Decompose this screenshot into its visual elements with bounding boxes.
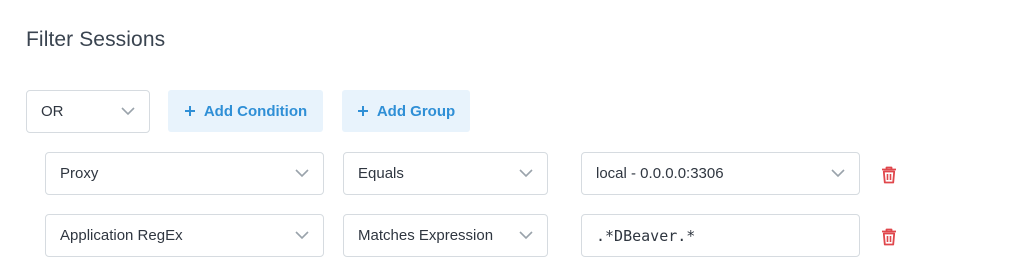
page-title: Filter Sessions xyxy=(26,28,166,51)
trash-icon[interactable] xyxy=(880,227,898,247)
plus-icon xyxy=(357,106,368,116)
condition-comparator-select[interactable]: Matches Expression xyxy=(343,214,548,257)
condition-comparator-value: Equals xyxy=(358,165,404,182)
plus-icon xyxy=(184,106,195,116)
add-condition-label: Add Condition xyxy=(203,102,308,120)
add-group-button[interactable]: Add Group xyxy=(342,90,470,132)
chevron-down-icon xyxy=(519,230,533,239)
trash-icon[interactable] xyxy=(880,165,898,185)
chevron-down-icon xyxy=(121,106,135,115)
condition-field-value: Application RegEx xyxy=(60,227,183,244)
condition-value-select[interactable]: local - 0.0.0.0:3306 xyxy=(581,152,860,195)
chevron-down-icon xyxy=(519,168,533,177)
operator-select[interactable]: OR xyxy=(26,90,150,133)
condition-value-text: local - 0.0.0.0:3306 xyxy=(596,165,724,182)
add-group-label: Add Group xyxy=(376,102,456,120)
add-condition-button[interactable]: Add Condition xyxy=(168,90,323,132)
condition-value-input[interactable]: .*DBeaver.* xyxy=(581,214,860,257)
condition-field-select[interactable]: Proxy xyxy=(45,152,324,195)
chevron-down-icon xyxy=(831,168,845,177)
chevron-down-icon xyxy=(295,168,309,177)
condition-comparator-value: Matches Expression xyxy=(358,227,494,244)
condition-field-select[interactable]: Application RegEx xyxy=(45,214,324,257)
condition-field-value: Proxy xyxy=(60,165,99,182)
chevron-down-icon xyxy=(295,230,309,239)
condition-comparator-select[interactable]: Equals xyxy=(343,152,548,195)
